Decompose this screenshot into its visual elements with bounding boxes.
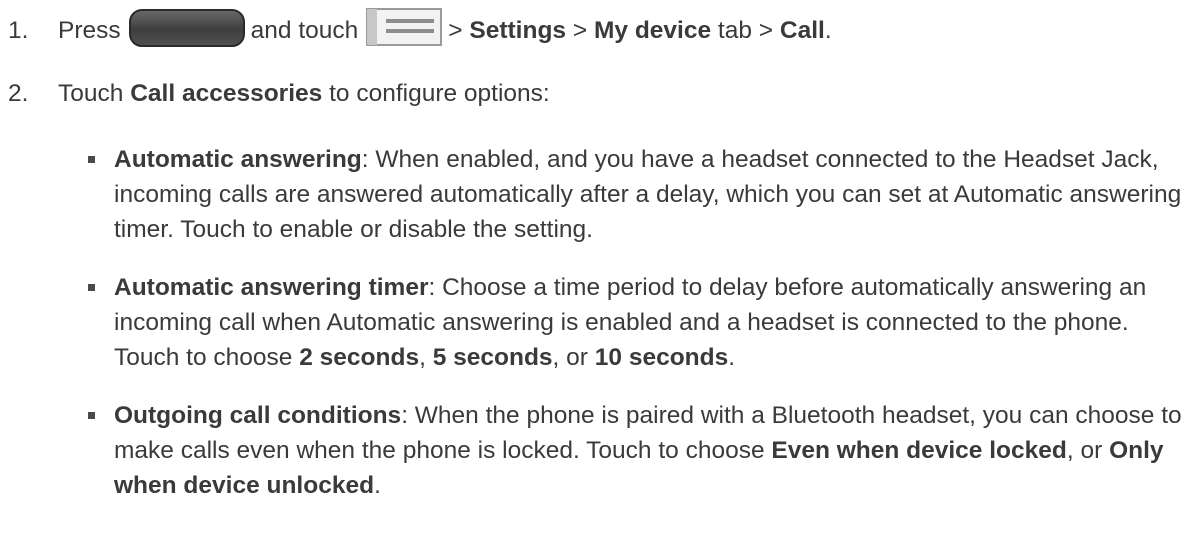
bullet-icon <box>88 412 95 419</box>
document-page: 1. Press and touch > Settings > My device t… <box>0 0 1204 540</box>
call-label: Call <box>779 17 825 44</box>
option-value: 2 seconds <box>299 344 420 371</box>
options-list: Automatic answering: When enabled, and y… <box>88 142 1194 526</box>
separator: > <box>572 17 588 44</box>
list-item: Automatic answering timer: Choose a time… <box>88 270 1194 375</box>
menu-key-icon <box>366 8 443 46</box>
my-device-label: My device <box>593 17 712 44</box>
separator: > <box>758 17 774 44</box>
step-text-press: Press <box>58 17 121 44</box>
step-number: 1. <box>8 17 29 44</box>
step-number: 2. <box>8 80 29 107</box>
option-term: Outgoing call conditions <box>114 402 402 429</box>
bullet-icon <box>88 284 95 291</box>
list-item: Automatic answering: When enabled, and y… <box>88 142 1194 247</box>
option-value: Even when device locked <box>771 437 1067 464</box>
option-value: 10 seconds <box>594 344 729 371</box>
separator: > <box>448 17 463 44</box>
call-accessories-label: Call accessories <box>130 80 323 107</box>
option-term: Automatic answering <box>114 146 362 173</box>
step-1: 1. Press and touch > Settings > My device t… <box>8 8 832 48</box>
step-text-rest: to configure options: <box>329 80 550 107</box>
list-item: Outgoing call conditions: When the phone… <box>88 398 1194 503</box>
home-key-icon <box>128 9 245 47</box>
tab-word: tab <box>717 17 752 44</box>
step-2: 2. Touch Call accessories to configure op… <box>8 76 550 111</box>
step-text-and-touch: and touch <box>250 17 359 44</box>
option-term: Automatic answering timer <box>114 274 429 301</box>
option-value: 5 seconds <box>432 344 553 371</box>
settings-label: Settings <box>469 17 567 44</box>
step-text-touch: Touch <box>58 80 124 107</box>
bullet-icon <box>88 156 95 163</box>
